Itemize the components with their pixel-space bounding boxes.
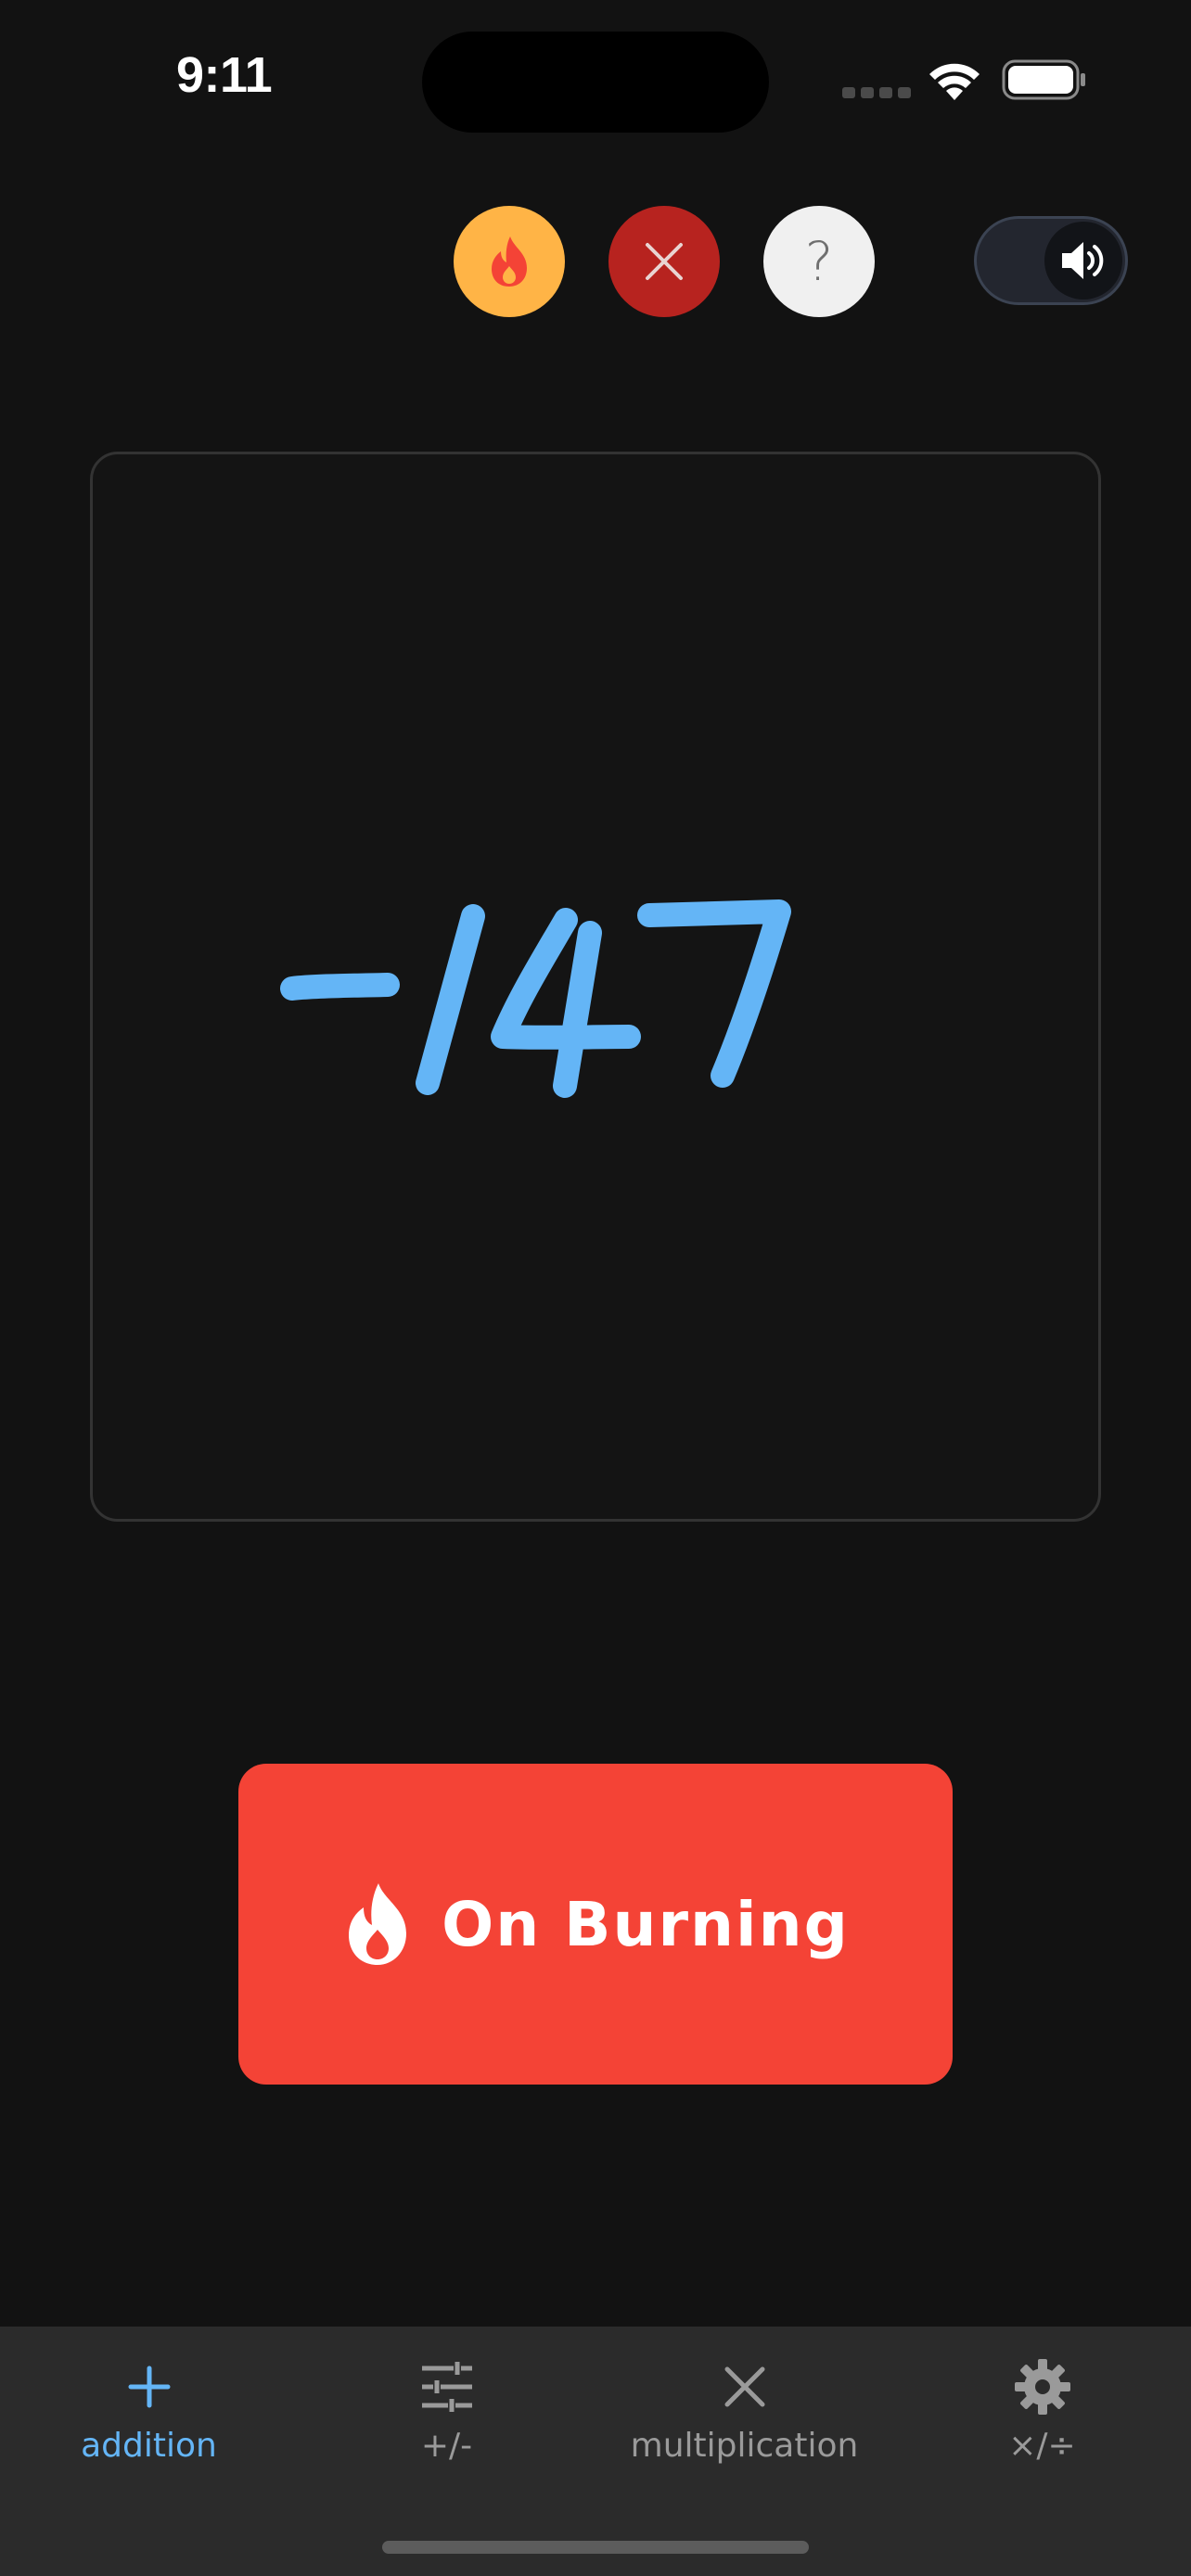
close-icon <box>646 243 683 280</box>
status-icons <box>842 54 1093 106</box>
sound-toggle[interactable] <box>974 216 1128 305</box>
sliders-icon <box>415 2354 480 2419</box>
sound-toggle-knob <box>1044 222 1122 300</box>
tab-bar: addition +/- multiplication ×/÷ <box>0 2327 1191 2576</box>
multiply-icon <box>712 2354 777 2419</box>
close-button[interactable] <box>608 206 720 317</box>
flame-icon <box>349 1883 407 1965</box>
flame-icon <box>492 236 527 287</box>
wifi-icon <box>929 63 980 100</box>
gear-icon <box>1010 2354 1075 2419</box>
tab-addition[interactable]: addition <box>0 2354 298 2493</box>
streak-button[interactable] <box>454 206 565 317</box>
tab-multiply-divide[interactable]: ×/÷ <box>893 2354 1191 2493</box>
cellular-signal-icon <box>842 87 911 98</box>
drawing-canvas[interactable] <box>90 452 1101 1522</box>
home-indicator <box>382 2541 809 2554</box>
plus-icon <box>117 2354 182 2419</box>
on-burning-button[interactable]: On Burning <box>238 1764 953 2085</box>
help-icon: ? <box>804 230 834 293</box>
tab-label: +/- <box>420 2427 473 2465</box>
dynamic-island <box>422 32 769 133</box>
tab-plus-minus[interactable]: +/- <box>298 2354 596 2493</box>
battery-icon <box>1002 59 1085 100</box>
status-time: 9:11 <box>176 47 273 103</box>
tab-multiplication[interactable]: multiplication <box>596 2354 893 2493</box>
handwritten-answer <box>280 899 791 1098</box>
on-burning-label: On Burning <box>442 1888 850 1960</box>
tab-label: multiplication <box>630 2427 859 2465</box>
speaker-icon <box>1062 242 1104 279</box>
help-button[interactable]: ? <box>763 206 875 317</box>
tab-label: ×/÷ <box>1008 2427 1076 2465</box>
tab-label: addition <box>81 2427 217 2465</box>
